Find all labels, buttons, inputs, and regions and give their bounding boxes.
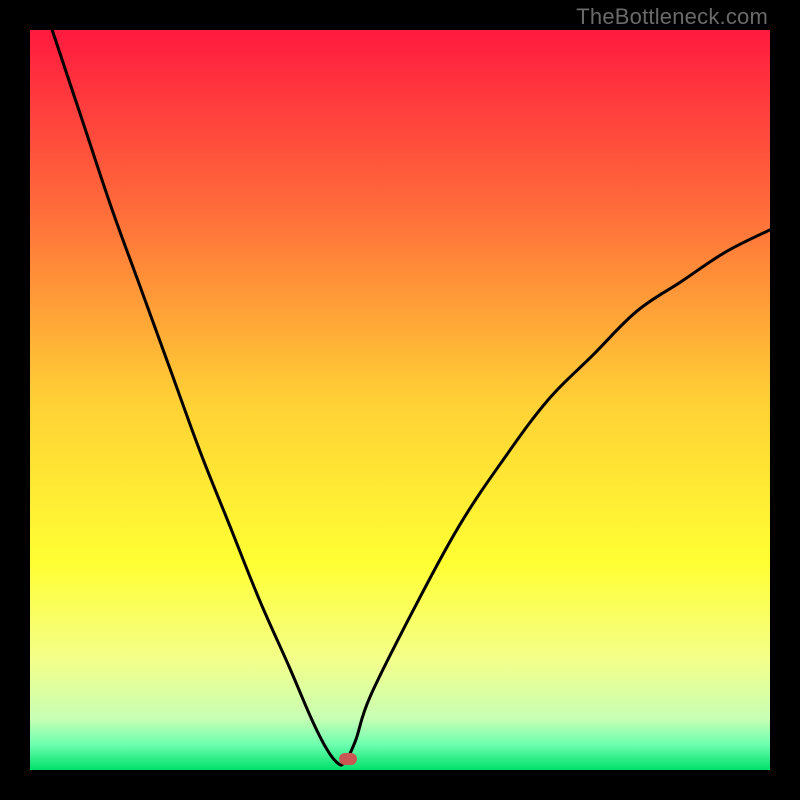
bottleneck-marker bbox=[339, 753, 357, 765]
bottleneck-curve bbox=[52, 30, 770, 765]
curve-layer bbox=[30, 30, 770, 770]
watermark-text: TheBottleneck.com bbox=[576, 4, 768, 30]
